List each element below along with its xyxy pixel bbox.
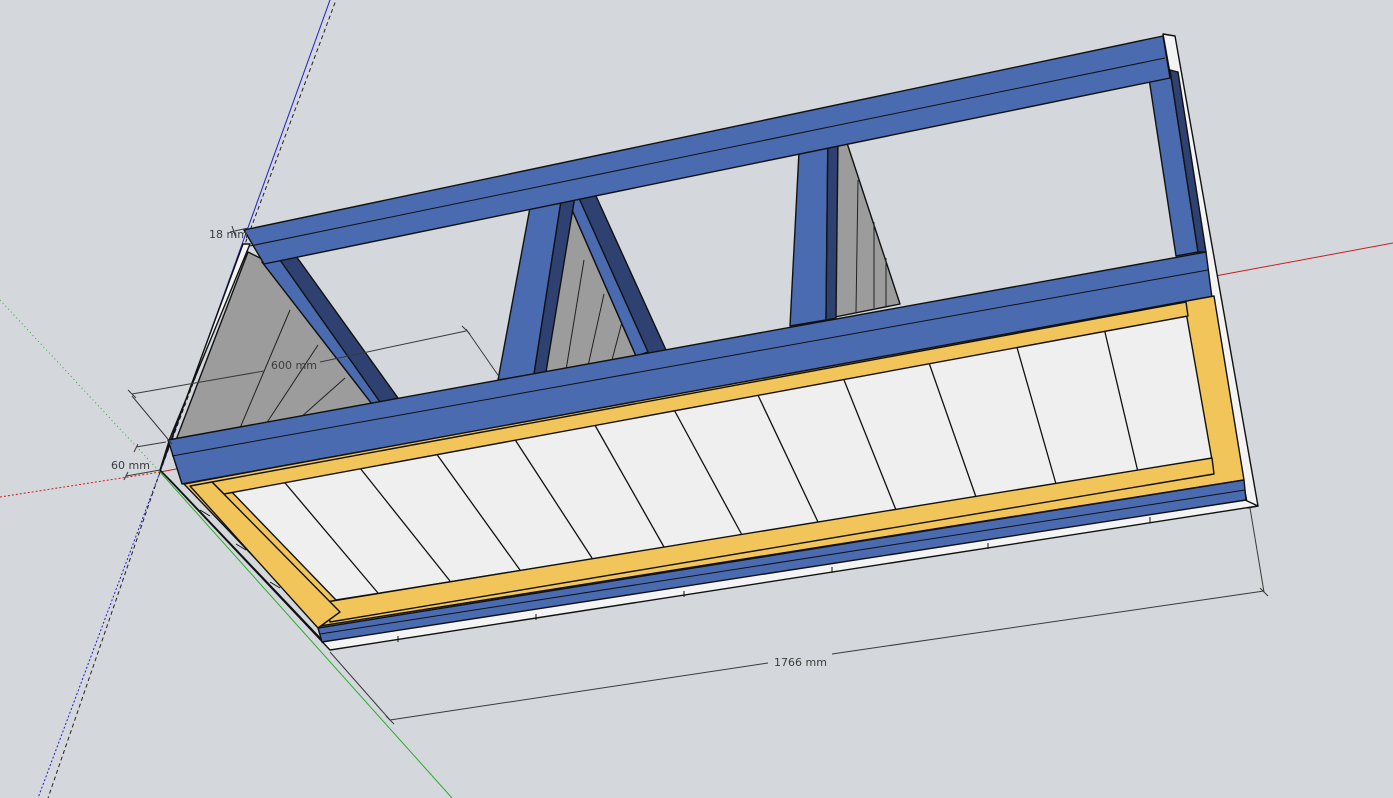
- right-post-side: [825, 127, 839, 321]
- guide-line-dashed-lower: [47, 471, 161, 798]
- right-post: [789, 127, 829, 327]
- dimension-label-length[interactable]: 1766 mm: [774, 656, 827, 669]
- top-back-rail: [243, 35, 1171, 265]
- cabinet-model[interactable]: [159, 33, 1259, 651]
- blue-axis-dotted: [37, 471, 161, 798]
- dimension-label-depth[interactable]: 600 mm: [271, 359, 317, 372]
- green-axis-dotted: [0, 299, 161, 473]
- dimension-label-top-board[interactable]: 18 mm: [209, 228, 248, 241]
- dimension-label-rail-height[interactable]: 60 mm: [111, 459, 150, 472]
- red-axis: [0, 471, 161, 498]
- sketchup-3d-viewport[interactable]: 18 mm 600 mm 60 mm 1766 mm: [0, 0, 1393, 798]
- right-inner-gray-panel: [829, 139, 901, 319]
